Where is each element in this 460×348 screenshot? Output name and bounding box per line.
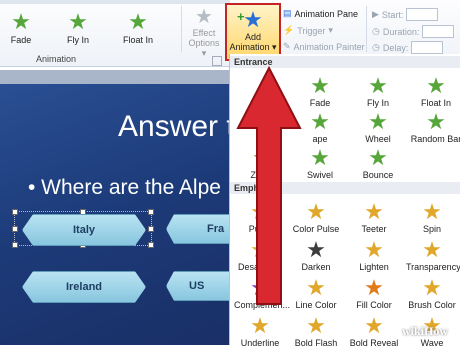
brush-color-icon: ★	[422, 275, 442, 300]
resize-handle[interactable]	[148, 209, 154, 215]
delay-field[interactable]	[411, 41, 444, 54]
gallery-transparency[interactable]: ★ Transparency	[406, 237, 460, 273]
slide-title[interactable]: Answer t	[118, 110, 235, 144]
start-row: ▶ Start:	[372, 8, 439, 21]
slide-bullet[interactable]: • Where are the Alpe	[28, 176, 221, 200]
wikihow-watermark: wikiHow	[402, 324, 449, 338]
animation-painter-button[interactable]: ✎ Animation Painter	[283, 41, 365, 52]
resize-handle[interactable]	[148, 226, 154, 232]
delay-clock-icon: ◷	[372, 42, 380, 52]
ribbon-separator-2	[366, 6, 367, 52]
plus-icon: +	[237, 9, 245, 24]
bounce-icon: ★	[368, 145, 388, 170]
painter-brush-icon: ✎	[283, 41, 291, 51]
underline-icon: ★	[250, 313, 270, 338]
transparency-icon: ★	[422, 237, 442, 262]
effect-float-in-button[interactable]: ★ Float In	[118, 9, 158, 46]
add-animation-button[interactable]: ★ + Add Animation ▾	[225, 3, 281, 61]
teeter-icon: ★	[364, 199, 384, 224]
resize-handle[interactable]	[12, 242, 18, 248]
lighten-icon: ★	[364, 237, 384, 262]
fly-in-icon: ★	[368, 73, 388, 98]
effect-options-star-icon: ★	[195, 6, 213, 28]
gallery-bold-flash[interactable]: ★ Bold Flash	[290, 314, 342, 348]
effect-options-label: Options ▾	[188, 38, 220, 58]
gallery-underline[interactable]: ★ Underline	[234, 314, 286, 348]
duration-clock-icon: ◷	[372, 26, 380, 36]
delay-row: ◷ Delay:	[372, 41, 444, 54]
add-animation-label: Animation ▾	[229, 42, 277, 52]
gallery-random-bars[interactable]: ★ Random Bar	[410, 109, 460, 145]
gallery-brush-color[interactable]: ★ Brush Color	[406, 275, 458, 311]
start-field[interactable]	[406, 8, 439, 21]
animation-group-label: Animation	[36, 54, 77, 64]
add-animation-star-icon: ★ +	[237, 7, 263, 32]
fade-star-icon: ★	[11, 9, 31, 34]
fill-color-icon: ★	[364, 275, 384, 300]
animation-pane-icon: ▤	[283, 8, 292, 18]
bold-reveal-icon: ★	[364, 313, 384, 338]
trigger-dropdown-icon: ▾	[328, 25, 333, 35]
ribbon-separator	[181, 6, 182, 52]
animation-pane-button[interactable]: ▤ Animation Pane	[283, 8, 358, 19]
gallery-spin[interactable]: ★ Spin	[406, 199, 458, 235]
gallery-float-in[interactable]: ★ Float In	[410, 73, 460, 109]
resize-handle[interactable]	[12, 226, 18, 232]
fly-in-star-icon: ★	[68, 9, 88, 34]
ribbon-top-strip	[0, 0, 230, 4]
wheel-icon: ★	[368, 109, 388, 134]
start-play-icon: ▶	[372, 9, 379, 19]
pointer-arrow-icon	[236, 66, 302, 305]
effect-fade-button[interactable]: ★ Fade	[1, 9, 41, 46]
float-in-star-icon: ★	[128, 9, 148, 34]
gallery-fill-color[interactable]: ★ Fill Color	[348, 275, 400, 311]
bold-flash-icon: ★	[306, 313, 326, 338]
duration-field[interactable]	[422, 25, 455, 38]
random-bars-icon: ★	[426, 109, 446, 134]
resize-handle[interactable]	[148, 242, 154, 248]
answer-button-ireland[interactable]: Ireland	[22, 271, 146, 303]
gallery-bounce[interactable]: ★ Bounce	[352, 145, 404, 181]
gallery-lighten[interactable]: ★ Lighten	[348, 237, 400, 273]
duration-row: ◷ Duration:	[372, 25, 455, 38]
spin-icon: ★	[422, 199, 442, 224]
trigger-icon: ⚡	[283, 25, 295, 35]
answer-button-italy[interactable]: Italy	[22, 214, 146, 246]
effect-fly-in-button[interactable]: ★ Fly In	[58, 9, 98, 46]
effect-options-button[interactable]: ★ Effect Options ▾	[186, 6, 222, 58]
resize-handle[interactable]	[12, 209, 18, 215]
gallery-wheel[interactable]: ★ Wheel	[352, 109, 404, 145]
float-in-icon: ★	[426, 73, 446, 98]
gallery-bold-reveal[interactable]: ★ Bold Reveal	[348, 314, 400, 348]
gallery-teeter[interactable]: ★ Teeter	[348, 199, 400, 235]
gallery-fly-in[interactable]: ★ Fly In	[352, 73, 404, 109]
dialog-launcher-icon[interactable]	[212, 56, 222, 66]
trigger-button[interactable]: ⚡ Trigger ▾	[283, 25, 333, 36]
